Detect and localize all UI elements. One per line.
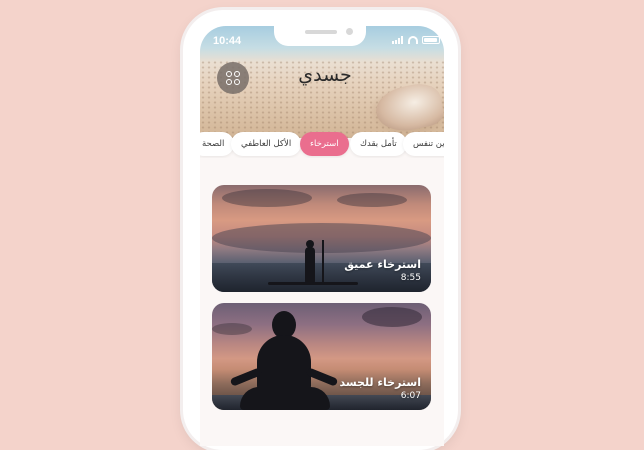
menu-button[interactable] <box>217 62 249 94</box>
paddler-silhouette <box>305 247 315 283</box>
battery-icon <box>422 36 440 44</box>
session-card[interactable]: استرخاء عميق 8:55 <box>212 185 431 292</box>
tab-health[interactable]: الصحة <box>200 132 235 156</box>
tab-breathing[interactable]: تمارين تنفس <box>403 132 444 156</box>
tab-meditation[interactable]: تأمل بقدك <box>350 132 407 156</box>
status-icons <box>392 36 440 44</box>
wifi-icon <box>408 36 418 44</box>
paddle <box>322 240 324 284</box>
front-camera <box>346 28 353 35</box>
tab-relaxation[interactable]: استرخاء <box>300 132 349 156</box>
tab-emotional-eating[interactable]: الأكل العاطفي <box>231 132 302 156</box>
speaker <box>305 30 337 34</box>
session-title: استرخاء للجسد <box>339 376 421 389</box>
meditator-silhouette <box>257 335 311 393</box>
session-title: استرخاء عميق <box>344 258 421 271</box>
category-tabs: الصحة الأكل العاطفي استرخاء تأمل بقدك تم… <box>200 132 444 158</box>
apps-grid-icon <box>226 71 240 85</box>
status-time: 10:44 <box>213 35 242 47</box>
signal-icon <box>392 36 404 44</box>
session-card[interactable]: استرخاء للجسد 6:07 <box>212 303 431 410</box>
page-title: جسدي <box>298 64 352 86</box>
session-duration: 6:07 <box>400 391 421 401</box>
session-duration: 8:55 <box>400 273 421 283</box>
